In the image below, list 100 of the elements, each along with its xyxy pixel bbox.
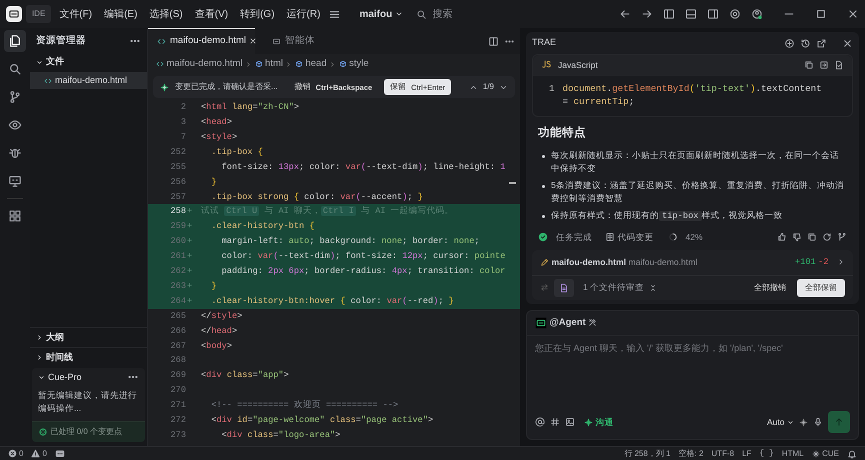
file-button[interactable] [554, 278, 574, 297]
extensions-icon [8, 209, 22, 223]
added-line-mark: + [186, 294, 194, 308]
menu-item[interactable]: 文件(F) [55, 4, 96, 24]
cube-icon [254, 60, 263, 68]
copy-button[interactable] [804, 60, 814, 70]
maximize-button[interactable] [815, 8, 827, 20]
code-line: <head> [201, 116, 232, 130]
code-line: document.getElementById('tip-text').textContent = currentTip; [562, 82, 823, 108]
back-button[interactable] [619, 8, 631, 20]
editor-tab[interactable]: 智能体 [263, 28, 324, 54]
image-button[interactable] [565, 417, 575, 427]
breadcrumb-item[interactable]: html [254, 57, 283, 72]
breadcrumb-item[interactable]: head [294, 57, 327, 72]
thumbs-down-button[interactable] [792, 232, 802, 242]
message-text: 暂无编辑建议，请先进行编码操作... [37, 389, 138, 416]
close-button[interactable] [249, 37, 258, 45]
files-button[interactable] [4, 30, 26, 52]
added-line-mark: + [186, 265, 194, 278]
close-icon [842, 38, 853, 48]
line-number: 2 [180, 101, 186, 114]
menu-item[interactable]: 查看(V) [190, 4, 232, 24]
cue-button[interactable]: CUE [812, 448, 839, 460]
accept-all-button[interactable]: 全部保留 [797, 278, 845, 297]
code-line: font-size: 13px; color: var(--text-dim); line-height: 1 [220, 160, 506, 174]
file-item[interactable]: maifou-demo.html [30, 72, 147, 90]
model-dropdown[interactable]: Auto [767, 416, 794, 428]
bullet-text: 5条消费建议：涵盖了延迟购买、价格换算、重复消费、打折陷阱、冲动消费控制等消费智慧 [551, 178, 845, 205]
thumbs-up-button[interactable] [777, 232, 787, 242]
search-field[interactable]: 搜索 [430, 6, 581, 22]
chat-box-icon [272, 37, 282, 46]
right-panel-button[interactable] [707, 8, 719, 20]
notifications-button[interactable] [847, 448, 857, 458]
cube-icon [338, 60, 347, 68]
warning-count: 0 [42, 448, 47, 460]
editor-tab[interactable]: maifou-demo.html [148, 28, 256, 54]
language-button[interactable]: HTML [782, 448, 804, 460]
cube-icon [294, 60, 303, 68]
scrollbar-thumb[interactable] [509, 182, 516, 184]
encoding-button[interactable]: UTF-8 [711, 448, 734, 460]
line-number: 271 [170, 399, 186, 412]
chat-input[interactable]: 您正在与 Agent 聊天，输入 '/' 获取更多能力，如 '/plan', '/spec' [527, 336, 858, 407]
source-control-icon [8, 90, 22, 104]
left-panel-button[interactable] [663, 8, 675, 20]
menu-item[interactable]: 选择(S) [145, 4, 187, 24]
menu-item[interactable]: 转到(G) [236, 4, 279, 24]
code-line: } [210, 176, 216, 189]
line-number: 272 [170, 414, 186, 427]
apply-button[interactable] [834, 60, 844, 70]
sparkle-button[interactable] [799, 418, 808, 426]
mode-button[interactable]: 沟通 [584, 416, 614, 428]
section-header[interactable]: 文件 [30, 52, 147, 72]
asterisk-icon [812, 450, 820, 458]
code-line: <style> [201, 131, 238, 144]
menu-item[interactable]: 运行(R) [282, 4, 324, 24]
line-number: 265 [170, 310, 186, 323]
microphone-button[interactable] [813, 417, 823, 427]
breadcrumb-item[interactable]: maifou-demo.html [156, 57, 243, 72]
branch-button[interactable] [837, 232, 847, 242]
breadcrumb-item[interactable]: style [338, 57, 369, 72]
right-panel-icon [707, 8, 719, 20]
settings-button[interactable] [729, 8, 741, 20]
insert-button[interactable] [819, 60, 829, 70]
mention-button[interactable] [535, 417, 545, 427]
external-link-button[interactable] [816, 38, 827, 48]
forward-button[interactable] [641, 8, 653, 20]
line-ending-button[interactable]: LF [742, 448, 752, 460]
refresh-button[interactable] [822, 232, 832, 242]
split-editor-icon [488, 36, 499, 46]
added-line-mark: + [186, 235, 194, 248]
thumbs-down-icon [792, 232, 802, 242]
bottom-panel-button[interactable] [685, 8, 697, 20]
tools-button[interactable] [588, 318, 598, 328]
hash-button[interactable] [550, 417, 560, 427]
added-line-mark: + [186, 205, 194, 218]
code-changes-button[interactable]: 代码变更 [605, 230, 654, 244]
collapse-button[interactable] [649, 284, 658, 292]
code-icon [44, 76, 52, 84]
account-button[interactable] [751, 8, 763, 20]
indent-spaces-button[interactable]: 空格: 2 [678, 448, 704, 460]
expand-button[interactable] [837, 258, 845, 266]
project-selector[interactable]: maifou [355, 4, 407, 24]
copy-button[interactable] [807, 232, 817, 242]
close-button[interactable] [847, 8, 859, 20]
split-editor-button[interactable] [488, 36, 499, 46]
reject-all-button[interactable]: 全部撤销 [748, 280, 792, 296]
chat-input-box[interactable]: @Agent 您正在与 Agent 聊天，输入 '/' 获取更多能力，如 '/plan', '/spec' 沟通 Auto [526, 310, 859, 440]
cursor-position-button[interactable]: 行 258，列 1 [624, 448, 670, 460]
section-header[interactable]: 大纲 [30, 326, 147, 348]
new-chat-button[interactable] [784, 38, 795, 48]
history-button[interactable] [800, 38, 811, 48]
menu-item[interactable]: 编辑(E) [100, 4, 142, 24]
arrow-up-icon [834, 417, 844, 427]
brackets-button[interactable]: { } [759, 448, 774, 460]
line-number: 273 [170, 428, 186, 442]
section-header[interactable]: Cue-Pro [32, 368, 127, 388]
branch-icon [837, 232, 847, 242]
code-line: .clear-history-btn:hover { color: var(--red); } [210, 294, 454, 308]
close-button[interactable] [842, 38, 853, 48]
code-icon [157, 37, 166, 46]
